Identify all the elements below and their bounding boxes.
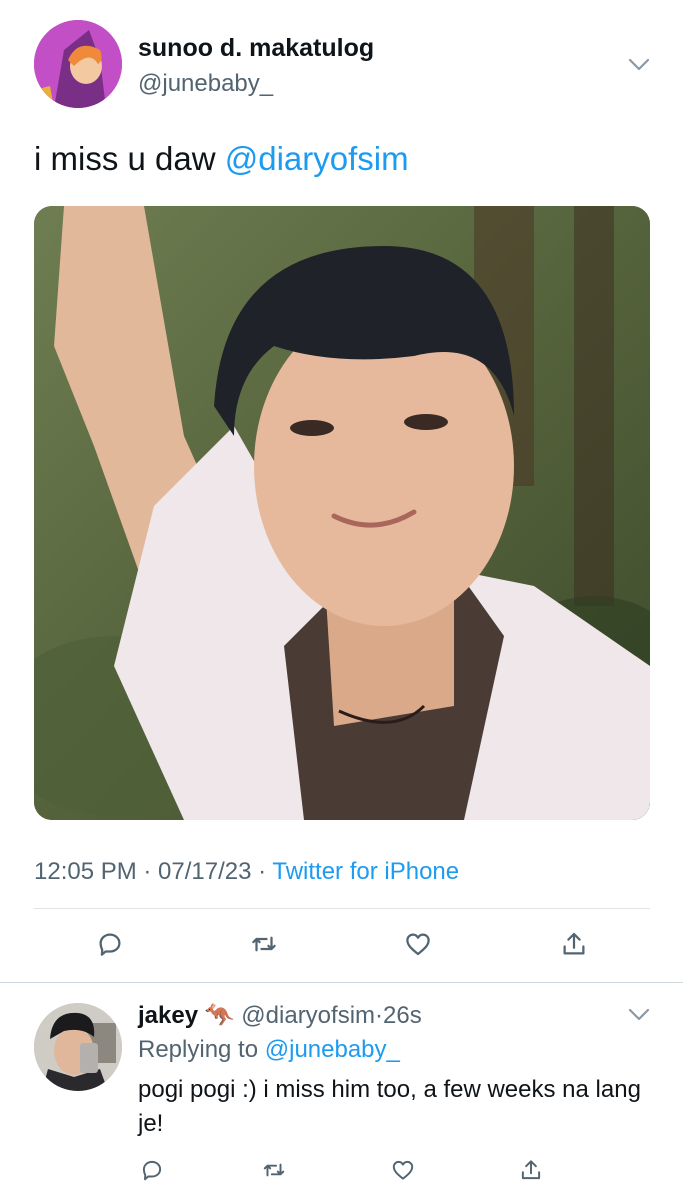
reply-handle[interactable]: @diaryofsim (241, 1002, 375, 1029)
reply-text: pogi pogi :) i miss him too, a few weeks… (138, 1076, 641, 1137)
avatar[interactable] (34, 20, 122, 108)
like-icon[interactable] (400, 926, 436, 962)
kangaroo-emoji: 🦘 (204, 1002, 235, 1029)
tweet-source[interactable]: Twitter for iPhone (272, 858, 459, 885)
reply-icon[interactable] (134, 1152, 170, 1188)
tweet-body: i miss u daw (34, 140, 225, 177)
tweet-timestamp[interactable]: 12:05 PM · 07/17/23 · (34, 858, 272, 885)
reply-time[interactable]: 26s (383, 1002, 422, 1029)
share-icon[interactable] (513, 1152, 549, 1188)
tweet-meta: 12:05 PM · 07/17/23 · Twitter for iPhone (34, 858, 459, 886)
section-divider (0, 982, 683, 983)
reply-display-name[interactable]: jakey (138, 1002, 198, 1029)
mention-link[interactable]: @diaryofsim (225, 140, 409, 177)
user-handle[interactable]: @junebaby_ (138, 70, 273, 98)
dot-separator: · (375, 1002, 384, 1029)
reply-icon[interactable] (92, 926, 128, 962)
display-name[interactable]: sunoo d. makatulog (138, 34, 374, 63)
retweet-icon[interactable] (246, 926, 282, 962)
replying-to: Replying to @junebaby_ (138, 1036, 400, 1064)
share-icon[interactable] (556, 926, 592, 962)
divider (34, 908, 650, 909)
tweet-text: i miss u daw @diaryofsim (34, 140, 409, 178)
tweet-photo[interactable] (34, 206, 650, 820)
replying-label: Replying to (138, 1036, 265, 1063)
like-icon[interactable] (385, 1152, 421, 1188)
replying-to-link[interactable]: @junebaby_ (265, 1036, 400, 1063)
retweet-icon[interactable] (256, 1152, 292, 1188)
reply-avatar[interactable] (34, 1003, 122, 1091)
chevron-down-icon[interactable] (628, 1008, 650, 1022)
reply-header: jakey 🦘 @diaryofsim·26s (138, 1001, 422, 1030)
chevron-down-icon[interactable] (628, 58, 650, 72)
